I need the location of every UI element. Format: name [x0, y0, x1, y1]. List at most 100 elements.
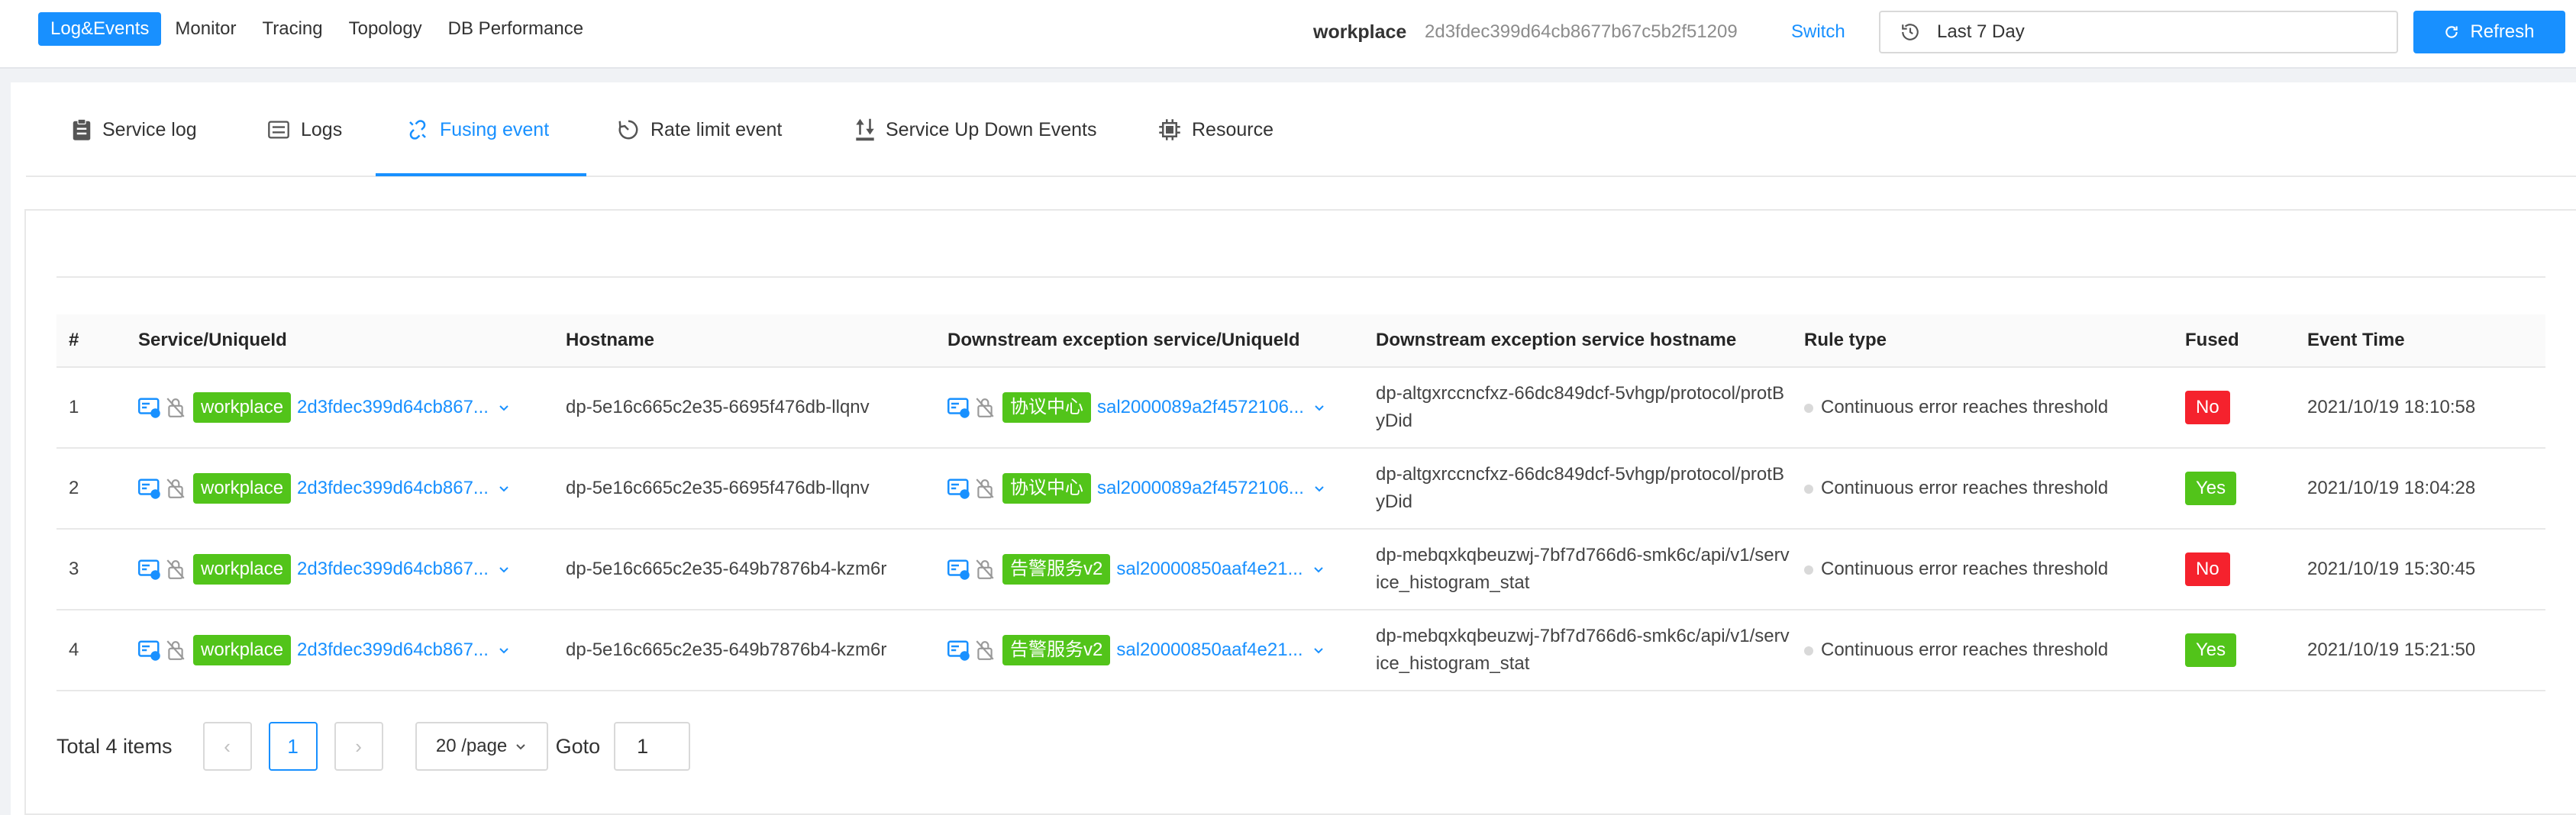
fused-badge: Yes [2185, 472, 2237, 505]
fused-badge: Yes [2185, 633, 2237, 667]
downstream-service-tag: 告警服务v2 [1002, 554, 1111, 585]
history-clock-icon [1902, 24, 1919, 40]
lock-off-icon [166, 559, 185, 579]
tab-label: Resource [1192, 118, 1273, 140]
service-card-icon[interactable] [947, 396, 970, 419]
lock-off-icon [976, 398, 994, 417]
main-nav: Log&Events Monitor Tracing Topology DB P… [38, 12, 597, 46]
service-card-icon[interactable] [138, 396, 161, 419]
goto-page-input[interactable] [614, 722, 691, 771]
service-card-icon[interactable] [947, 477, 970, 500]
chevron-down-icon[interactable] [1312, 563, 1325, 575]
rule-type-text: Continuous error reaches threshold [1821, 639, 2109, 660]
col-downstream-hostname: Downstream exception service hostname [1364, 314, 1792, 368]
hostname-cell: dp-5e16c665c2e35-649b7876b4-kzm6r [554, 610, 935, 691]
row-index: 3 [56, 529, 126, 610]
service-card-icon[interactable] [138, 477, 161, 500]
service-card-icon[interactable] [138, 639, 161, 662]
lock-off-icon [166, 478, 185, 498]
table-header-row: # Service/UniqueId Hostname Downstream e… [56, 314, 2545, 368]
service-tag: workplace [193, 392, 292, 423]
downstream-id-link[interactable]: sal20000850aaf4e21... [1116, 636, 1303, 664]
lock-off-icon [166, 640, 185, 660]
broken-link-icon [409, 120, 426, 140]
chevron-down-icon[interactable] [498, 482, 510, 494]
tab-resource[interactable]: Resource [1158, 82, 1273, 177]
tab-service-log[interactable]: Service log [72, 82, 197, 177]
downstream-id-link[interactable]: sal2000089a2f4572106... [1097, 475, 1304, 502]
event-time-cell: 2021/10/19 15:30:45 [2295, 529, 2545, 610]
chevron-down-icon[interactable] [1312, 644, 1325, 656]
downstream-service-cell: 协议中心 sal2000089a2f4572106... [947, 392, 1364, 423]
chevron-down-icon [516, 744, 525, 750]
col-service: Service/UniqueId [126, 314, 554, 368]
nav-db-performance[interactable]: DB Performance [436, 12, 596, 46]
service-cell: workplace 2d3fdec399d64cb867... [138, 392, 554, 423]
chevron-down-icon[interactable] [498, 401, 510, 414]
pagination: Total 4 items ‹ 1 › 20 /page Goto [56, 722, 691, 771]
row-index: 1 [56, 367, 126, 449]
tab-rate-limit-event[interactable]: Rate limit event [617, 82, 782, 177]
refresh-icon [2445, 26, 2458, 38]
tab-fusing-event[interactable]: Fusing event [406, 82, 549, 177]
nav-tracing[interactable]: Tracing [250, 12, 334, 46]
prev-page-button[interactable]: ‹ [202, 722, 252, 771]
lock-off-icon [976, 478, 994, 498]
col-rule-type: Rule type [1792, 314, 2173, 368]
nav-monitor[interactable]: Monitor [163, 12, 248, 46]
downstream-hostname-cell: dp-mebqxkqbeuzwj-7bf7d766d6-smk6c/api/v1… [1364, 529, 1792, 610]
refresh-button[interactable]: Refresh [2413, 11, 2565, 53]
time-range-label: Last 7 Day [1937, 21, 2025, 42]
table-row: 2 workplace 2d3fdec399d64cb867... dp-5e1… [56, 448, 2545, 530]
next-page-button[interactable]: › [334, 722, 383, 771]
downstream-service-cell: 告警服务v2 sal20000850aaf4e21... [947, 635, 1364, 665]
filter-divider [56, 276, 2545, 278]
page-size-select[interactable]: 20 /page [415, 722, 548, 771]
chevron-down-icon[interactable] [1313, 401, 1325, 414]
active-tab-indicator [376, 173, 586, 176]
tab-label: Service Up Down Events [886, 118, 1097, 140]
event-tabs: Service log Logs Fusing event Rate limit… [26, 82, 2576, 177]
chevron-down-icon[interactable] [1313, 482, 1325, 494]
service-card-icon[interactable] [947, 639, 970, 662]
rule-type-text: Continuous error reaches threshold [1821, 478, 2109, 498]
service-card-icon[interactable] [138, 558, 161, 581]
switch-workspace-link[interactable]: Switch [1791, 0, 1845, 64]
service-id-link[interactable]: 2d3fdec399d64cb867... [297, 636, 489, 664]
downstream-id-link[interactable]: sal2000089a2f4572106... [1097, 394, 1304, 421]
chevron-down-icon[interactable] [498, 563, 510, 575]
downstream-id-link[interactable]: sal20000850aaf4e21... [1116, 556, 1303, 583]
goto-label: Goto [555, 734, 601, 758]
table-row: 3 workplace 2d3fdec399d64cb867... dp-5e1… [56, 529, 2545, 610]
downstream-service-tag: 告警服务v2 [1002, 635, 1111, 665]
downstream-service-cell: 协议中心 sal2000089a2f4572106... [947, 473, 1364, 504]
lock-off-icon [976, 559, 994, 579]
keyboard-icon [268, 121, 289, 139]
status-dot [1804, 646, 1813, 656]
event-time-cell: 2021/10/19 18:10:58 [2295, 367, 2545, 449]
downstream-hostname-cell: dp-altgxrccncfxz-66dc849dcf-5vhgp/protoc… [1364, 448, 1792, 530]
workspace-name: workplace [1313, 21, 1407, 43]
col-hostname: Hostname [554, 314, 935, 368]
service-id-link[interactable]: 2d3fdec399d64cb867... [297, 475, 489, 502]
service-card-icon[interactable] [947, 558, 970, 581]
nav-log-events[interactable]: Log&Events [38, 12, 162, 46]
service-cell: workplace 2d3fdec399d64cb867... [138, 473, 554, 504]
table-row: 4 workplace 2d3fdec399d64cb867... dp-5e1… [56, 610, 2545, 691]
service-id-link[interactable]: 2d3fdec399d64cb867... [297, 394, 489, 421]
rule-type-text: Continuous error reaches threshold [1821, 397, 2109, 417]
tab-label: Rate limit event [650, 118, 783, 140]
chevron-down-icon[interactable] [498, 644, 510, 656]
nav-topology[interactable]: Topology [337, 12, 434, 46]
service-id-link[interactable]: 2d3fdec399d64cb867... [297, 556, 489, 583]
downstream-service-tag: 协议中心 [1002, 392, 1091, 423]
tab-service-up-down-events[interactable]: Service Up Down Events [855, 82, 1097, 177]
page-1-button[interactable]: 1 [268, 722, 318, 771]
top-header: Log&Events Monitor Tracing Topology DB P… [0, 0, 2576, 69]
time-range-picker[interactable]: Last 7 Day [1879, 11, 2398, 53]
tab-logs[interactable]: Logs [267, 82, 342, 177]
status-dot [1804, 403, 1813, 413]
downstream-service-tag: 协议中心 [1002, 473, 1091, 504]
service-tag: workplace [193, 554, 292, 585]
col-downstream-service: Downstream exception service/UniqueId [935, 314, 1364, 368]
